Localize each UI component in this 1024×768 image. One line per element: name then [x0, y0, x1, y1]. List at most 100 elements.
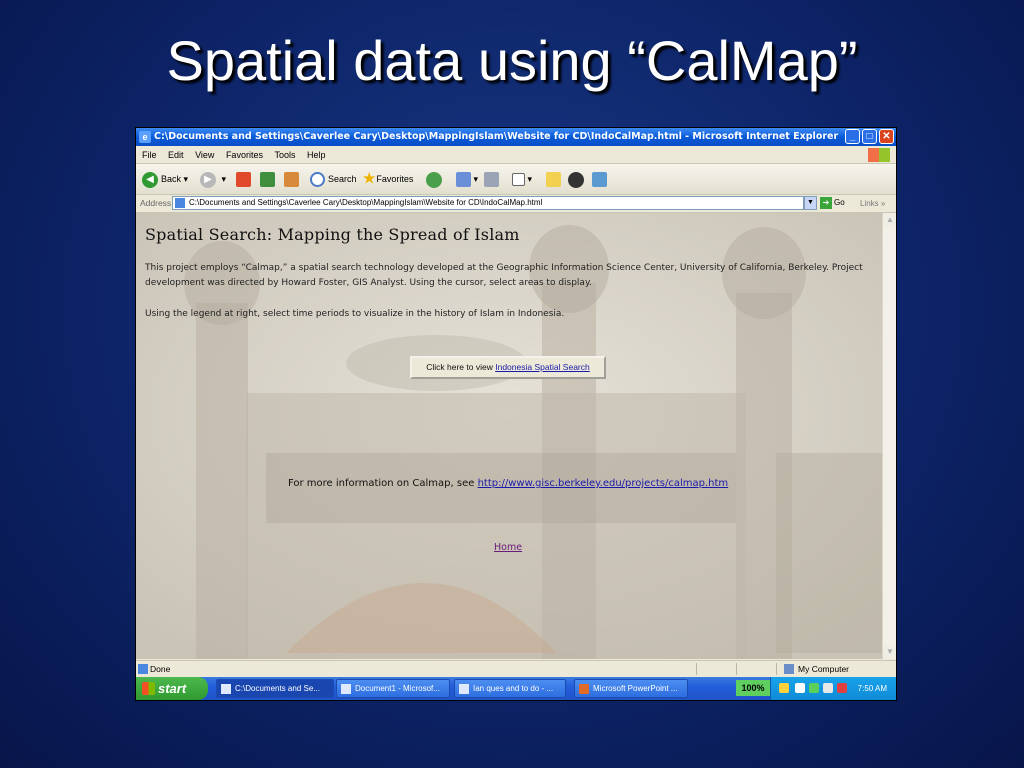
scroll-up-icon[interactable]: ▲ [883, 213, 896, 227]
page-heading: Spatial Search: Mapping the Spread of Is… [145, 225, 520, 244]
zoom-level: 100% [736, 680, 770, 696]
minimize-button[interactable]: _ [845, 129, 860, 144]
forward-button[interactable]: ▶ ▾ [200, 169, 226, 189]
taskbar-item-explorer[interactable]: C:\Documents and Se... [216, 679, 334, 698]
legend-note: Using the legend at right, select time p… [145, 309, 565, 319]
indonesia-spatial-search-link[interactable]: Indonesia Spatial Search [495, 362, 590, 372]
more-info-text: For more information on Calmap, see http… [288, 478, 728, 489]
go-arrow-icon: ➔ [820, 196, 832, 209]
vertical-scrollbar[interactable]: ▲ ▼ [882, 213, 896, 659]
favorites-label: Favorites [376, 174, 414, 184]
home-icon [284, 172, 299, 188]
address-dropdown-button[interactable]: ▼ [804, 196, 817, 210]
menu-favorites[interactable]: Favorites [226, 150, 263, 160]
window-title: C:\Documents and Settings\Caverlee Cary\… [154, 131, 839, 142]
taskbar-item-ian-ques[interactable]: Ian ques and to do - ... [454, 679, 566, 698]
volume-icon[interactable] [795, 683, 805, 693]
stop-icon [236, 172, 251, 188]
menu-edit[interactable]: Edit [168, 150, 184, 160]
address-bar: Address C:\Documents and Settings\Caverl… [136, 195, 896, 213]
print-icon [484, 172, 499, 188]
ie-icon: e [139, 131, 151, 143]
word-icon [341, 684, 351, 694]
browser-screenshot: e C:\Documents and Settings\Caverlee Car… [136, 128, 896, 700]
links-button[interactable]: Links » [860, 195, 885, 212]
security-icon[interactable] [837, 683, 847, 693]
calmap-url-link[interactable]: http://www.gisc.berkeley.edu/projects/ca… [478, 478, 729, 489]
task-label: Microsoft PowerPoint ... [593, 684, 678, 693]
network-icon[interactable] [809, 683, 819, 693]
view-button-prefix: Click here to view [426, 362, 493, 372]
maximize-button[interactable]: □ [862, 129, 877, 144]
zone-label: My Computer [798, 664, 850, 674]
word-icon [512, 173, 525, 187]
slide-title: Spatial data using “CalMap” [166, 29, 858, 92]
favorites-button[interactable]: ★Favorites [362, 169, 413, 189]
history-icon [426, 171, 442, 188]
task-label: Ian ques and to do - ... [473, 684, 554, 693]
menu-tools[interactable]: Tools [274, 150, 295, 160]
menu-bar: File Edit View Favorites Tools Help [136, 147, 896, 164]
home-button[interactable] [284, 169, 299, 189]
search-icon [310, 172, 325, 188]
window-titlebar[interactable]: e C:\Documents and Settings\Caverlee Car… [136, 128, 896, 146]
menu-help[interactable]: Help [307, 150, 326, 160]
back-label: Back [161, 174, 182, 184]
status-page-icon [138, 664, 148, 674]
tray-icon[interactable] [823, 683, 833, 693]
go-button[interactable]: ➔ Go [820, 196, 845, 210]
status-divider [736, 663, 737, 675]
messenger-icon [568, 171, 584, 188]
start-label: start [158, 681, 187, 696]
print-button[interactable] [484, 169, 499, 189]
menu-view[interactable]: View [195, 150, 214, 160]
windows-logo-icon [868, 148, 890, 162]
taskbar-item-powerpoint[interactable]: Microsoft PowerPoint ... [574, 679, 688, 698]
refresh-button[interactable] [260, 169, 275, 189]
tray-icon[interactable] [779, 683, 789, 693]
messenger-button[interactable] [568, 169, 587, 189]
menu-file[interactable]: File [142, 150, 157, 160]
refresh-icon [260, 172, 275, 188]
intro-paragraph: This project employs “Calmap,” a spatial… [145, 263, 863, 288]
go-label: Go [834, 198, 845, 207]
clock: 7:50 AM [857, 684, 887, 693]
page-icon [175, 198, 185, 208]
task-label: C:\Documents and Se... [235, 684, 320, 693]
address-value: C:\Documents and Settings\Caverlee Cary\… [189, 198, 543, 207]
back-button[interactable]: ◀ Back ▾ [142, 169, 188, 189]
star-icon: ★ [362, 170, 377, 188]
task-label: Document1 - Microsof... [355, 684, 440, 693]
home-link[interactable]: Home [494, 542, 522, 553]
folder-button[interactable] [546, 169, 561, 189]
taskbar-item-document1[interactable]: Document1 - Microsof... [336, 679, 450, 698]
more-info-prefix: For more information on Calmap, see [288, 478, 475, 489]
powerpoint-icon [579, 684, 589, 694]
word-icon [459, 684, 469, 694]
status-divider [696, 663, 697, 675]
computer-icon [784, 664, 794, 674]
contacts-button[interactable] [592, 169, 607, 189]
close-button[interactable]: ✕ [879, 129, 894, 144]
start-button[interactable]: start [136, 677, 208, 700]
stop-button[interactable] [236, 169, 251, 189]
address-input[interactable]: C:\Documents and Settings\Caverlee Cary\… [172, 196, 804, 210]
view-spatial-search-button[interactable]: Click here to view Indonesia Spatial Sea… [410, 356, 606, 379]
ie-icon [221, 684, 231, 694]
links-label: Links [860, 199, 879, 208]
folder-icon [546, 172, 561, 188]
search-button[interactable]: Search [310, 169, 357, 189]
system-tray: 7:50 AM [770, 677, 896, 700]
status-bar: Done My Computer [136, 660, 896, 677]
search-label: Search [328, 174, 357, 184]
page-content: Spatial Search: Mapping the Spread of Is… [136, 213, 882, 659]
people-icon [592, 172, 607, 188]
word-button[interactable]: ▾ [512, 169, 532, 189]
scroll-down-icon[interactable]: ▼ [883, 645, 896, 659]
mail-button[interactable]: ▾ [456, 169, 478, 189]
forward-arrow-icon: ▶ [200, 171, 216, 188]
history-button[interactable] [426, 169, 445, 189]
status-divider [776, 663, 777, 675]
standard-toolbar: ◀ Back ▾ ▶ ▾ Search ★Favorites ▾ ▾ [136, 164, 896, 195]
security-zone: My Computer [784, 661, 849, 677]
